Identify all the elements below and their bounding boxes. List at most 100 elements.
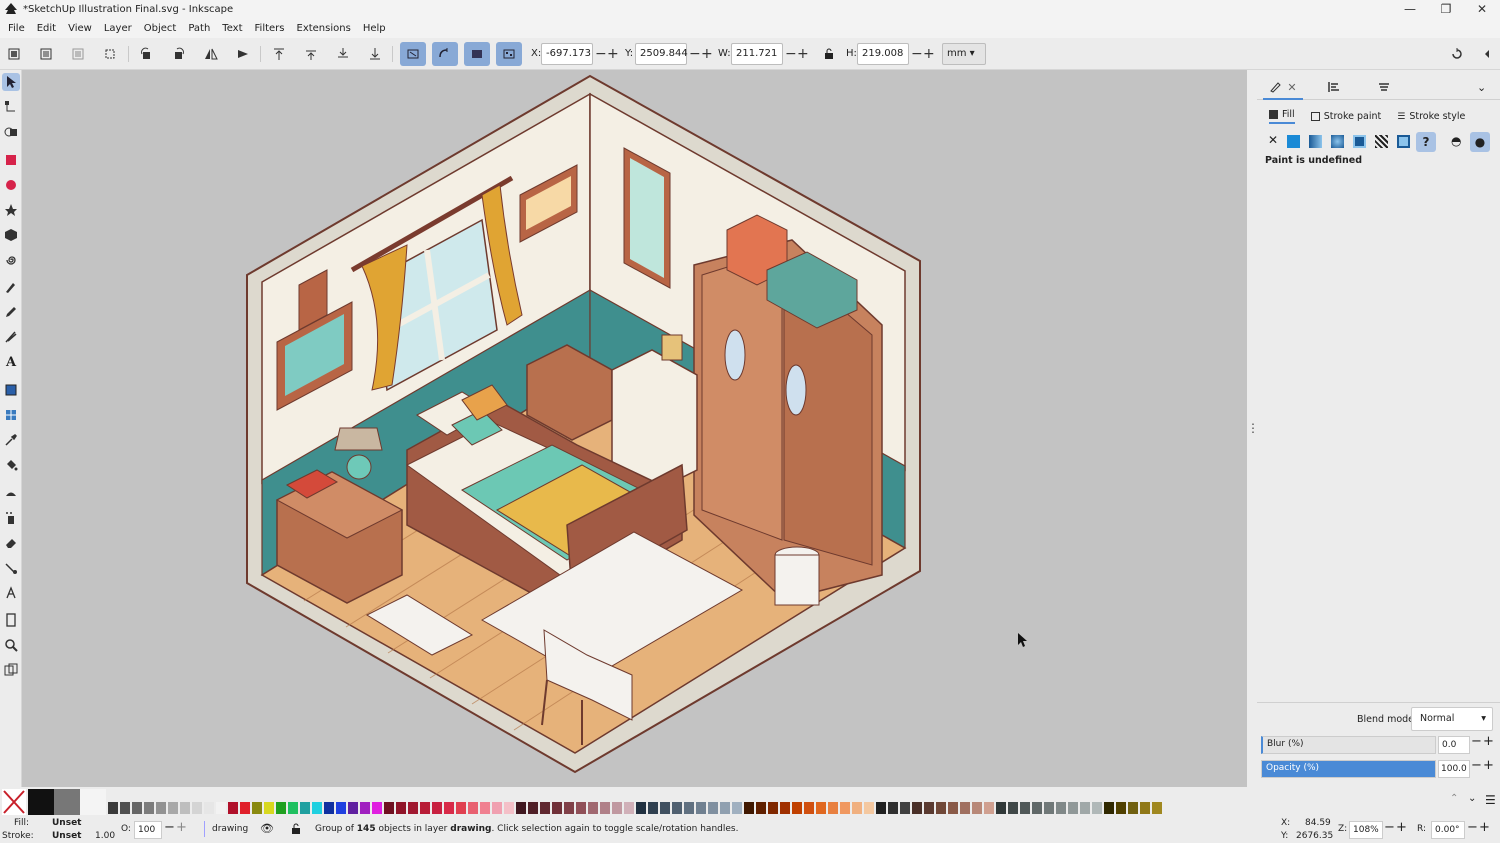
- palette-swatch[interactable]: [1008, 802, 1018, 814]
- radial-gradient-icon[interactable]: [1331, 135, 1344, 148]
- menu-extensions[interactable]: Extensions: [291, 23, 357, 34]
- palette-swatch[interactable]: [480, 802, 490, 814]
- palette-swatch[interactable]: [1092, 802, 1102, 814]
- fill-rule-nonzero-icon[interactable]: ●: [1470, 132, 1490, 152]
- x-decrement-button[interactable]: −: [595, 44, 607, 64]
- selector-tool-icon[interactable]: [2, 73, 20, 91]
- scale-corners-icon[interactable]: [432, 42, 458, 66]
- palette-swatch[interactable]: [1044, 802, 1054, 814]
- palette-swatch[interactable]: [624, 802, 634, 814]
- palette-swatch[interactable]: [312, 802, 322, 814]
- close-tab-icon[interactable]: ✕: [1287, 81, 1296, 94]
- h-increment-button[interactable]: +: [923, 44, 935, 64]
- swatch-white[interactable]: [80, 789, 106, 815]
- pen-tool-icon[interactable]: [2, 278, 20, 296]
- palette-swatch[interactable]: [972, 802, 982, 814]
- palette-swatch[interactable]: [540, 802, 550, 814]
- menu-view[interactable]: View: [62, 23, 98, 34]
- no-color-icon[interactable]: [2, 789, 26, 815]
- opacity-slider[interactable]: Opacity (%): [1261, 760, 1436, 778]
- palette-swatch[interactable]: [840, 802, 850, 814]
- palette-swatch[interactable]: [828, 802, 838, 814]
- zoom-increment[interactable]: +: [1396, 820, 1407, 835]
- rotation-decrement[interactable]: −: [1467, 820, 1478, 835]
- palette-swatch[interactable]: [372, 802, 382, 814]
- palette-swatch[interactable]: [1116, 802, 1126, 814]
- palette-swatch[interactable]: [228, 802, 238, 814]
- measure-tool-icon[interactable]: [2, 661, 20, 679]
- palette-swatch[interactable]: [1080, 802, 1090, 814]
- spray-tool-icon[interactable]: [2, 509, 20, 527]
- palette-swatch[interactable]: [1056, 802, 1066, 814]
- palette-swatch[interactable]: [564, 802, 574, 814]
- palette-swatch[interactable]: [420, 802, 430, 814]
- palette-swatch[interactable]: [756, 802, 766, 814]
- palette-swatch[interactable]: [804, 802, 814, 814]
- dropper-tool-icon[interactable]: [2, 431, 20, 449]
- palette-swatch[interactable]: [816, 802, 826, 814]
- palette-swatch[interactable]: [888, 802, 898, 814]
- palette-up-icon[interactable]: ⌃: [1450, 793, 1458, 804]
- unit-select[interactable]: mm ▾: [942, 43, 986, 65]
- ellipse-tool-icon[interactable]: [2, 176, 20, 194]
- swatch-icon[interactable]: [1397, 135, 1410, 148]
- palette-swatch[interactable]: [252, 802, 262, 814]
- palette-swatch[interactable]: [720, 802, 730, 814]
- tweak-tool-icon[interactable]: [2, 484, 20, 502]
- h-decrement-button[interactable]: −: [911, 44, 923, 64]
- zoom-decrement[interactable]: −: [1384, 820, 1395, 835]
- raise-to-top-icon[interactable]: [269, 45, 289, 63]
- palette-swatch[interactable]: [768, 802, 778, 814]
- palette-swatch[interactable]: [996, 802, 1006, 814]
- palette-swatch[interactable]: [1068, 802, 1078, 814]
- layer-lock-icon[interactable]: [290, 823, 302, 835]
- snap-menu-arrow-icon[interactable]: [1477, 45, 1497, 63]
- palette-swatch[interactable]: [948, 802, 958, 814]
- palette-swatch[interactable]: [504, 802, 514, 814]
- h-input[interactable]: 219.008: [857, 43, 909, 65]
- palette-swatch[interactable]: [912, 802, 922, 814]
- rotate-cw-icon[interactable]: [169, 45, 189, 63]
- flip-vertical-icon[interactable]: [233, 45, 253, 63]
- calligraphy-tool-icon[interactable]: [2, 328, 20, 346]
- connector-tool-icon[interactable]: [2, 559, 20, 577]
- palette-swatch[interactable]: [492, 802, 502, 814]
- rectangle-tool-icon[interactable]: [2, 151, 20, 169]
- palette-swatch[interactable]: [144, 802, 154, 814]
- palette-swatch[interactable]: [612, 802, 622, 814]
- palette-swatch[interactable]: [684, 802, 694, 814]
- stroke-indicator-value[interactable]: Unset: [52, 831, 81, 841]
- scale-stroke-icon[interactable]: [400, 42, 426, 66]
- rotation-increment[interactable]: +: [1479, 820, 1490, 835]
- dock-menu-chevron-icon[interactable]: ⌄: [1477, 81, 1486, 94]
- palette-swatch[interactable]: [324, 802, 334, 814]
- 3d-box-tool-icon[interactable]: [2, 226, 20, 244]
- lock-proportions-icon[interactable]: [819, 45, 839, 63]
- raise-icon[interactable]: [301, 45, 321, 63]
- swatch-gray[interactable]: [54, 789, 80, 815]
- mesh-gradient-icon[interactable]: [1353, 135, 1366, 148]
- palette-swatch[interactable]: [552, 802, 562, 814]
- palette-swatch[interactable]: [120, 802, 130, 814]
- layers-icon[interactable]: [1377, 80, 1391, 97]
- opacity-status-decrement[interactable]: −: [164, 820, 175, 835]
- palette-swatch[interactable]: [744, 802, 754, 814]
- palette-swatch[interactable]: [468, 802, 478, 814]
- palette-swatch[interactable]: [276, 802, 286, 814]
- room-illustration[interactable]: [22, 70, 1247, 787]
- linear-gradient-icon[interactable]: [1309, 135, 1322, 148]
- zoom-input[interactable]: 108%: [1349, 821, 1383, 839]
- x-increment-button[interactable]: +: [607, 44, 619, 64]
- palette-swatch[interactable]: [1104, 802, 1114, 814]
- select-all-layers-icon[interactable]: [36, 45, 56, 63]
- palette-swatch[interactable]: [876, 802, 886, 814]
- pencil-tool-icon[interactable]: [2, 303, 20, 321]
- palette-swatch[interactable]: [732, 802, 742, 814]
- menu-edit[interactable]: Edit: [31, 23, 62, 34]
- y-decrement-button[interactable]: −: [689, 44, 701, 64]
- unset-paint-icon[interactable]: ?: [1416, 132, 1436, 152]
- palette-swatch[interactable]: [168, 802, 178, 814]
- tab-fill-stroke[interactable]: ✕: [1263, 76, 1303, 100]
- palette-swatch[interactable]: [900, 802, 910, 814]
- lower-icon[interactable]: [333, 45, 353, 63]
